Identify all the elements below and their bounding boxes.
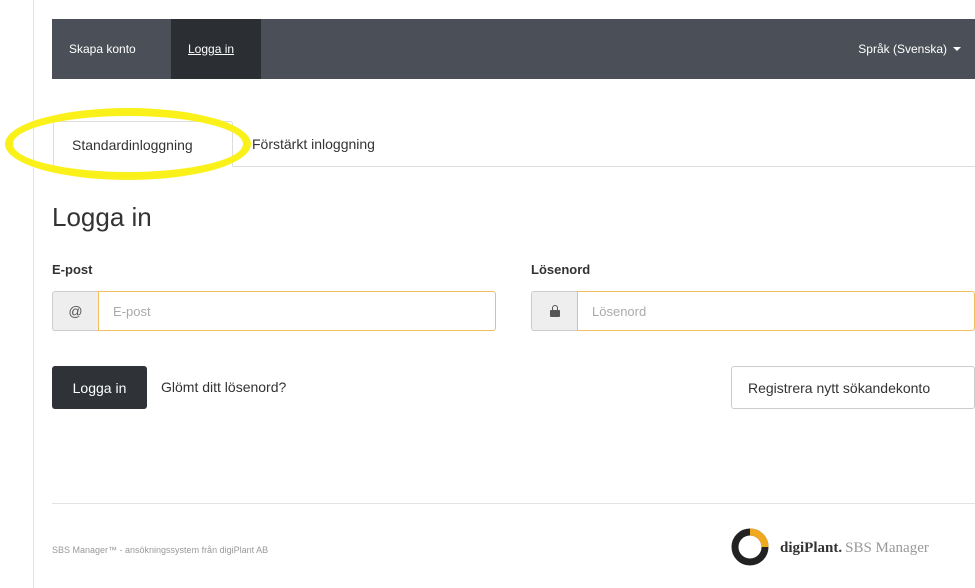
brand-product: SBS Manager xyxy=(845,540,929,556)
brand-company: digiPlant. xyxy=(780,540,843,556)
page-left-border xyxy=(33,0,34,588)
footer-text: SBS Manager™ - ansökningssystem från dig… xyxy=(52,545,269,555)
caret-down-icon xyxy=(953,47,961,51)
page-title: Logga in xyxy=(52,202,152,232)
brand-name: digiPlant. SBS Manager xyxy=(780,540,929,557)
email-input[interactable] xyxy=(98,291,496,331)
nav-create-account[interactable]: Skapa konto xyxy=(52,19,153,79)
lock-icon xyxy=(549,305,561,317)
password-label: Lösenord xyxy=(531,262,591,277)
language-dropdown[interactable]: Språk (Svenska) xyxy=(858,19,961,79)
digiplant-logo-icon xyxy=(731,528,769,566)
language-label: Språk (Svenska) xyxy=(858,42,947,56)
password-input-group xyxy=(531,291,975,331)
register-account-button[interactable]: Registrera nytt sökandekonto xyxy=(731,366,975,409)
tab-standard-login[interactable]: Standardinloggning xyxy=(53,121,233,167)
forgot-password-link[interactable]: Glömt ditt lösenord? xyxy=(161,379,286,395)
password-input[interactable] xyxy=(577,291,975,331)
tab-reinforced-login[interactable]: Förstärkt inloggning xyxy=(252,121,375,167)
top-navbar: Skapa konto Logga in Språk (Svenska) xyxy=(52,19,975,79)
nav-login[interactable]: Logga in xyxy=(171,19,261,79)
email-input-group: @ xyxy=(52,291,496,331)
login-button[interactable]: Logga in xyxy=(52,366,147,409)
footer-divider xyxy=(52,503,975,504)
email-label: E-post xyxy=(52,262,93,277)
lock-icon-addon xyxy=(531,291,577,331)
at-icon: @ xyxy=(52,291,98,331)
